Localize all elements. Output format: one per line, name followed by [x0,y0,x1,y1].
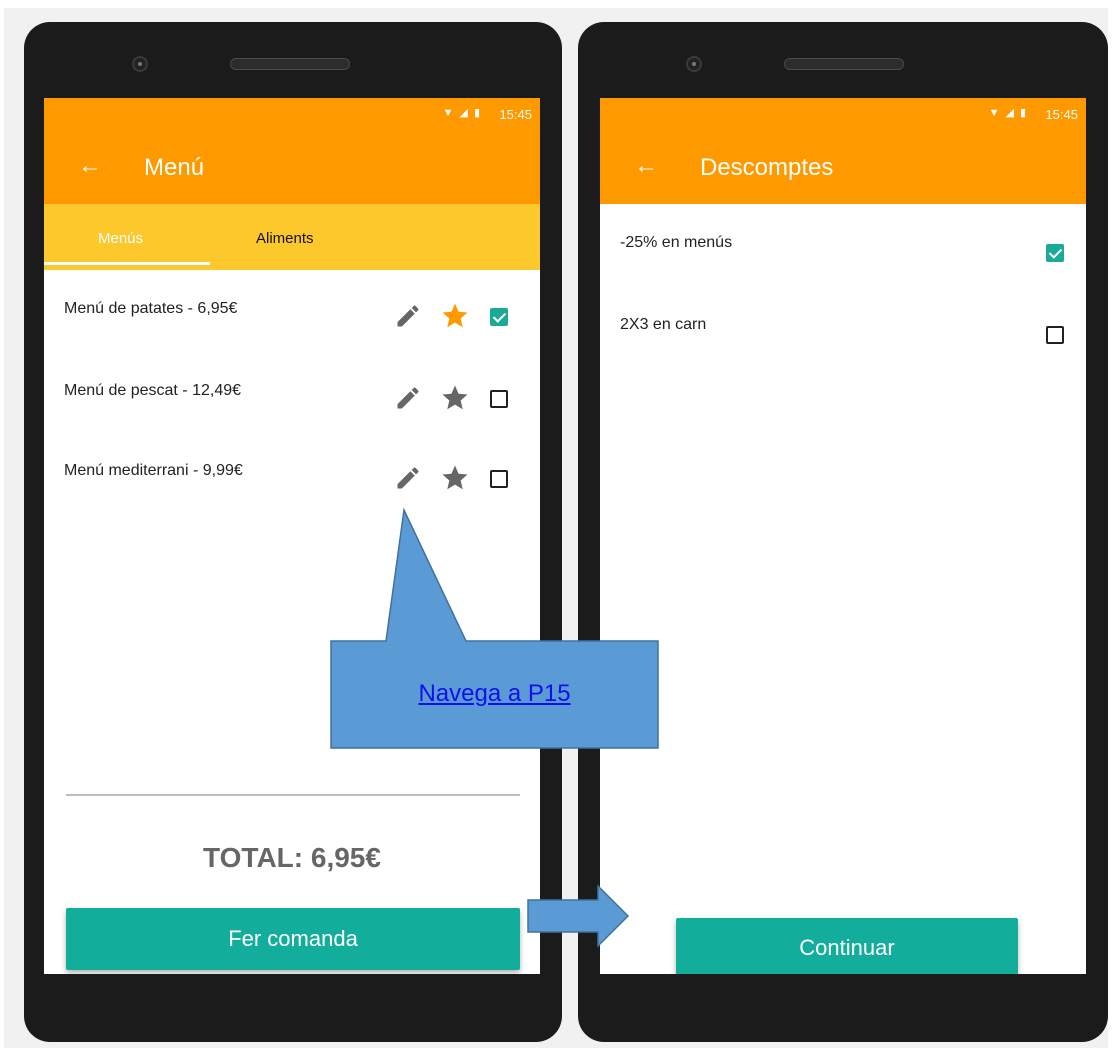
flow-arrow-icon [527,884,630,948]
callout-link[interactable]: Navega a P15 [331,680,658,708]
callout-shape [330,507,659,749]
annotation-overlay [330,507,659,948]
